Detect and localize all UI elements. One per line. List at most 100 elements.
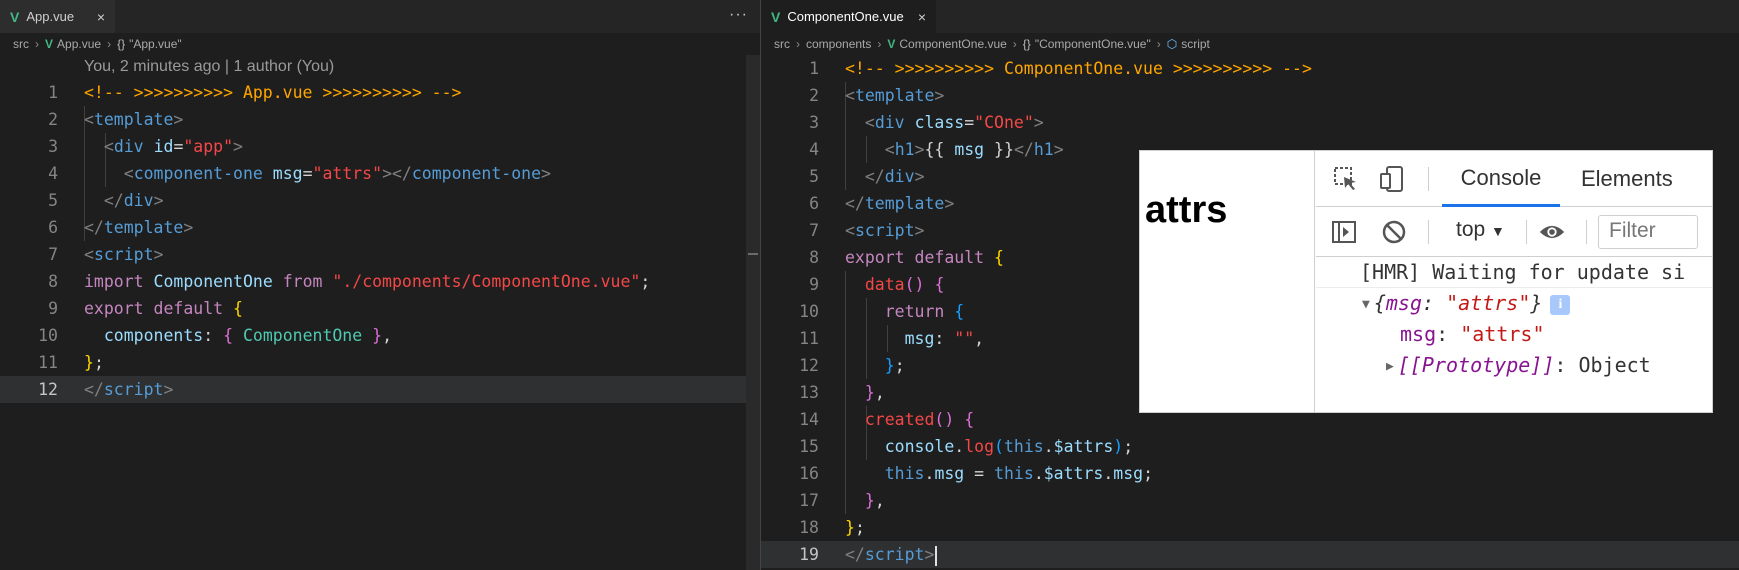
code-line[interactable]: 1 <!-- >>>>>>>>>> App.vue >>>>>>>>>> --> <box>0 79 760 106</box>
property-key: msg <box>1400 322 1437 346</box>
vue-icon: V <box>771 8 781 25</box>
codelens-blame[interactable]: You, 2 minutes ago | 1 author (You) <box>0 55 760 79</box>
vue-icon: V <box>887 37 896 51</box>
breadcrumb-script[interactable]: ⬡ script <box>1167 37 1210 51</box>
object-preview: {msg: "attrs"} <box>1373 291 1543 315</box>
line-number: 12 <box>38 380 58 399</box>
breadcrumb-src[interactable]: src <box>774 37 790 51</box>
toolbar-separator <box>1428 220 1429 244</box>
breadcrumb-file-label: App.vue <box>57 37 102 51</box>
filter-input[interactable]: Filter <box>1598 215 1698 249</box>
line-number: 14 <box>799 410 819 429</box>
code-line-active[interactable]: 12 </script> <box>0 376 760 403</box>
close-icon[interactable]: × <box>97 9 105 25</box>
line-number: 4 <box>48 164 58 183</box>
line-number: 11 <box>799 329 819 348</box>
page-heading: attrs <box>1145 189 1228 231</box>
context-label: top <box>1456 218 1486 241</box>
tab-bar-right: V ComponentOne.vue × <box>761 0 1739 33</box>
code-line-active[interactable]: 19 </script> <box>761 541 1739 568</box>
console-object[interactable]: ▼ {msg: "attrs"} i <box>1316 288 1712 319</box>
line-number: 7 <box>48 245 58 264</box>
code-line[interactable]: 4 <component-one msg="attrs"></component… <box>0 160 760 187</box>
chevron-right-icon: › <box>1012 37 1017 51</box>
code-line[interactable]: 2 <template> <box>761 82 1739 109</box>
code-editor-left[interactable]: 1 <!-- >>>>>>>>>> App.vue >>>>>>>>>> --> … <box>0 79 760 403</box>
tab-label: App.vue <box>26 9 75 24</box>
line-number: 9 <box>48 299 58 318</box>
code-line[interactable]: 10 components: { ComponentOne }, <box>0 322 760 349</box>
editor-group-left: V App.vue × ··· src › V App.vue › {} "App.… <box>0 0 760 570</box>
tab-app-vue[interactable]: V App.vue × <box>0 0 115 33</box>
console-output: [HMR] Waiting for update si ▼ {msg: "attr… <box>1316 257 1712 381</box>
breadcrumb-symbol-label: "App.vue" <box>129 37 182 51</box>
object-prototype[interactable]: ▶ [[Prototype]]: Object <box>1316 350 1712 381</box>
braces-icon: {} <box>117 37 126 51</box>
line-number: 5 <box>809 167 819 186</box>
breadcrumb-file[interactable]: V ComponentOne.vue <box>887 37 1006 51</box>
breadcrumb-components[interactable]: components <box>806 37 871 51</box>
caret-down-icon: ▼ <box>1491 223 1505 239</box>
code-line[interactable]: 17 }, <box>761 487 1739 514</box>
code-line[interactable]: 8 import ComponentOne from "./components/… <box>0 268 760 295</box>
console-message: [HMR] Waiting for update si <box>1316 257 1712 288</box>
breadcrumb-script-label: script <box>1181 37 1210 51</box>
scrollbar-left[interactable] <box>746 55 760 570</box>
line-number: 19 <box>799 545 819 564</box>
devtools-panel: Console Elements top ▼ Filter [HMR] Wait… <box>1316 151 1712 412</box>
code-line[interactable]: 5 </div> <box>0 187 760 214</box>
line-number: 12 <box>799 356 819 375</box>
clear-icon[interactable] <box>1380 218 1408 246</box>
devtools-tabbar: Console Elements <box>1316 151 1712 207</box>
collapsed-triangle-icon[interactable]: ▶ <box>1386 359 1394 374</box>
line-number: 6 <box>809 194 819 213</box>
sidebar-icon[interactable] <box>1330 218 1358 246</box>
tab-bar-left: V App.vue × ··· <box>0 0 760 33</box>
tab-componentone-vue[interactable]: V ComponentOne.vue × <box>761 0 936 33</box>
breadcrumb: src › V App.vue › {} "App.vue" <box>0 33 760 55</box>
code-line[interactable]: 6 </template> <box>0 214 760 241</box>
chevron-right-icon: › <box>1156 37 1161 51</box>
inspect-icon[interactable] <box>1332 165 1360 193</box>
code-line[interactable]: 7 <script> <box>0 241 760 268</box>
line-number: 4 <box>809 140 819 159</box>
context-selector[interactable]: top ▼ <box>1456 218 1505 242</box>
code-line[interactable]: 1 <!-- >>>>>>>>>> ComponentOne.vue >>>>>>… <box>761 55 1739 82</box>
code-line[interactable]: 11}; <box>0 349 760 376</box>
tab-console[interactable]: Console <box>1442 151 1560 207</box>
chevron-right-icon: › <box>877 37 882 51</box>
expanded-triangle-icon[interactable]: ▼ <box>1362 297 1370 312</box>
code-line[interactable]: 15 console.log(this.$attrs); <box>761 433 1739 460</box>
close-icon[interactable]: × <box>918 9 926 25</box>
line-number: 17 <box>799 491 819 510</box>
line-number: 8 <box>809 248 819 267</box>
braces-icon: {} <box>1022 37 1031 51</box>
breadcrumb-symbol[interactable]: {} "App.vue" <box>117 37 182 51</box>
line-number: 1 <box>48 83 58 102</box>
breadcrumb-symbol[interactable]: {} "ComponentOne.vue" <box>1023 37 1151 51</box>
code-line[interactable]: 18}; <box>761 514 1739 541</box>
breadcrumb-src[interactable]: src <box>13 37 29 51</box>
code-line[interactable]: 3 <div id="app"> <box>0 133 760 160</box>
more-actions-icon[interactable]: ··· <box>729 6 748 24</box>
prototype-value: : Object <box>1554 353 1651 377</box>
vue-icon: V <box>45 37 54 51</box>
line-number: 2 <box>809 86 819 105</box>
toolbar-separator <box>1586 220 1587 244</box>
code-line[interactable]: 3 <div class="COne"> <box>761 109 1739 136</box>
console-toolbar: top ▼ Filter <box>1316 207 1712 257</box>
tab-elements[interactable]: Elements <box>1581 151 1673 207</box>
line-number: 16 <box>799 464 819 483</box>
toolbar-separator <box>1526 220 1527 244</box>
info-icon[interactable]: i <box>1550 294 1571 315</box>
code-line[interactable]: 2 <template> <box>0 106 760 133</box>
code-line[interactable]: 16 this.msg = this.$attrs.msg; <box>761 460 1739 487</box>
code-line[interactable]: 9 export default { <box>0 295 760 322</box>
line-number: 2 <box>48 110 58 129</box>
line-number: 5 <box>48 191 58 210</box>
eye-icon[interactable] <box>1538 218 1566 246</box>
line-number: 15 <box>799 437 819 456</box>
breadcrumb: src › components › V ComponentOne.vue › {… <box>761 33 1739 55</box>
breadcrumb-file[interactable]: V App.vue <box>45 37 101 51</box>
device-icon[interactable] <box>1378 165 1406 193</box>
